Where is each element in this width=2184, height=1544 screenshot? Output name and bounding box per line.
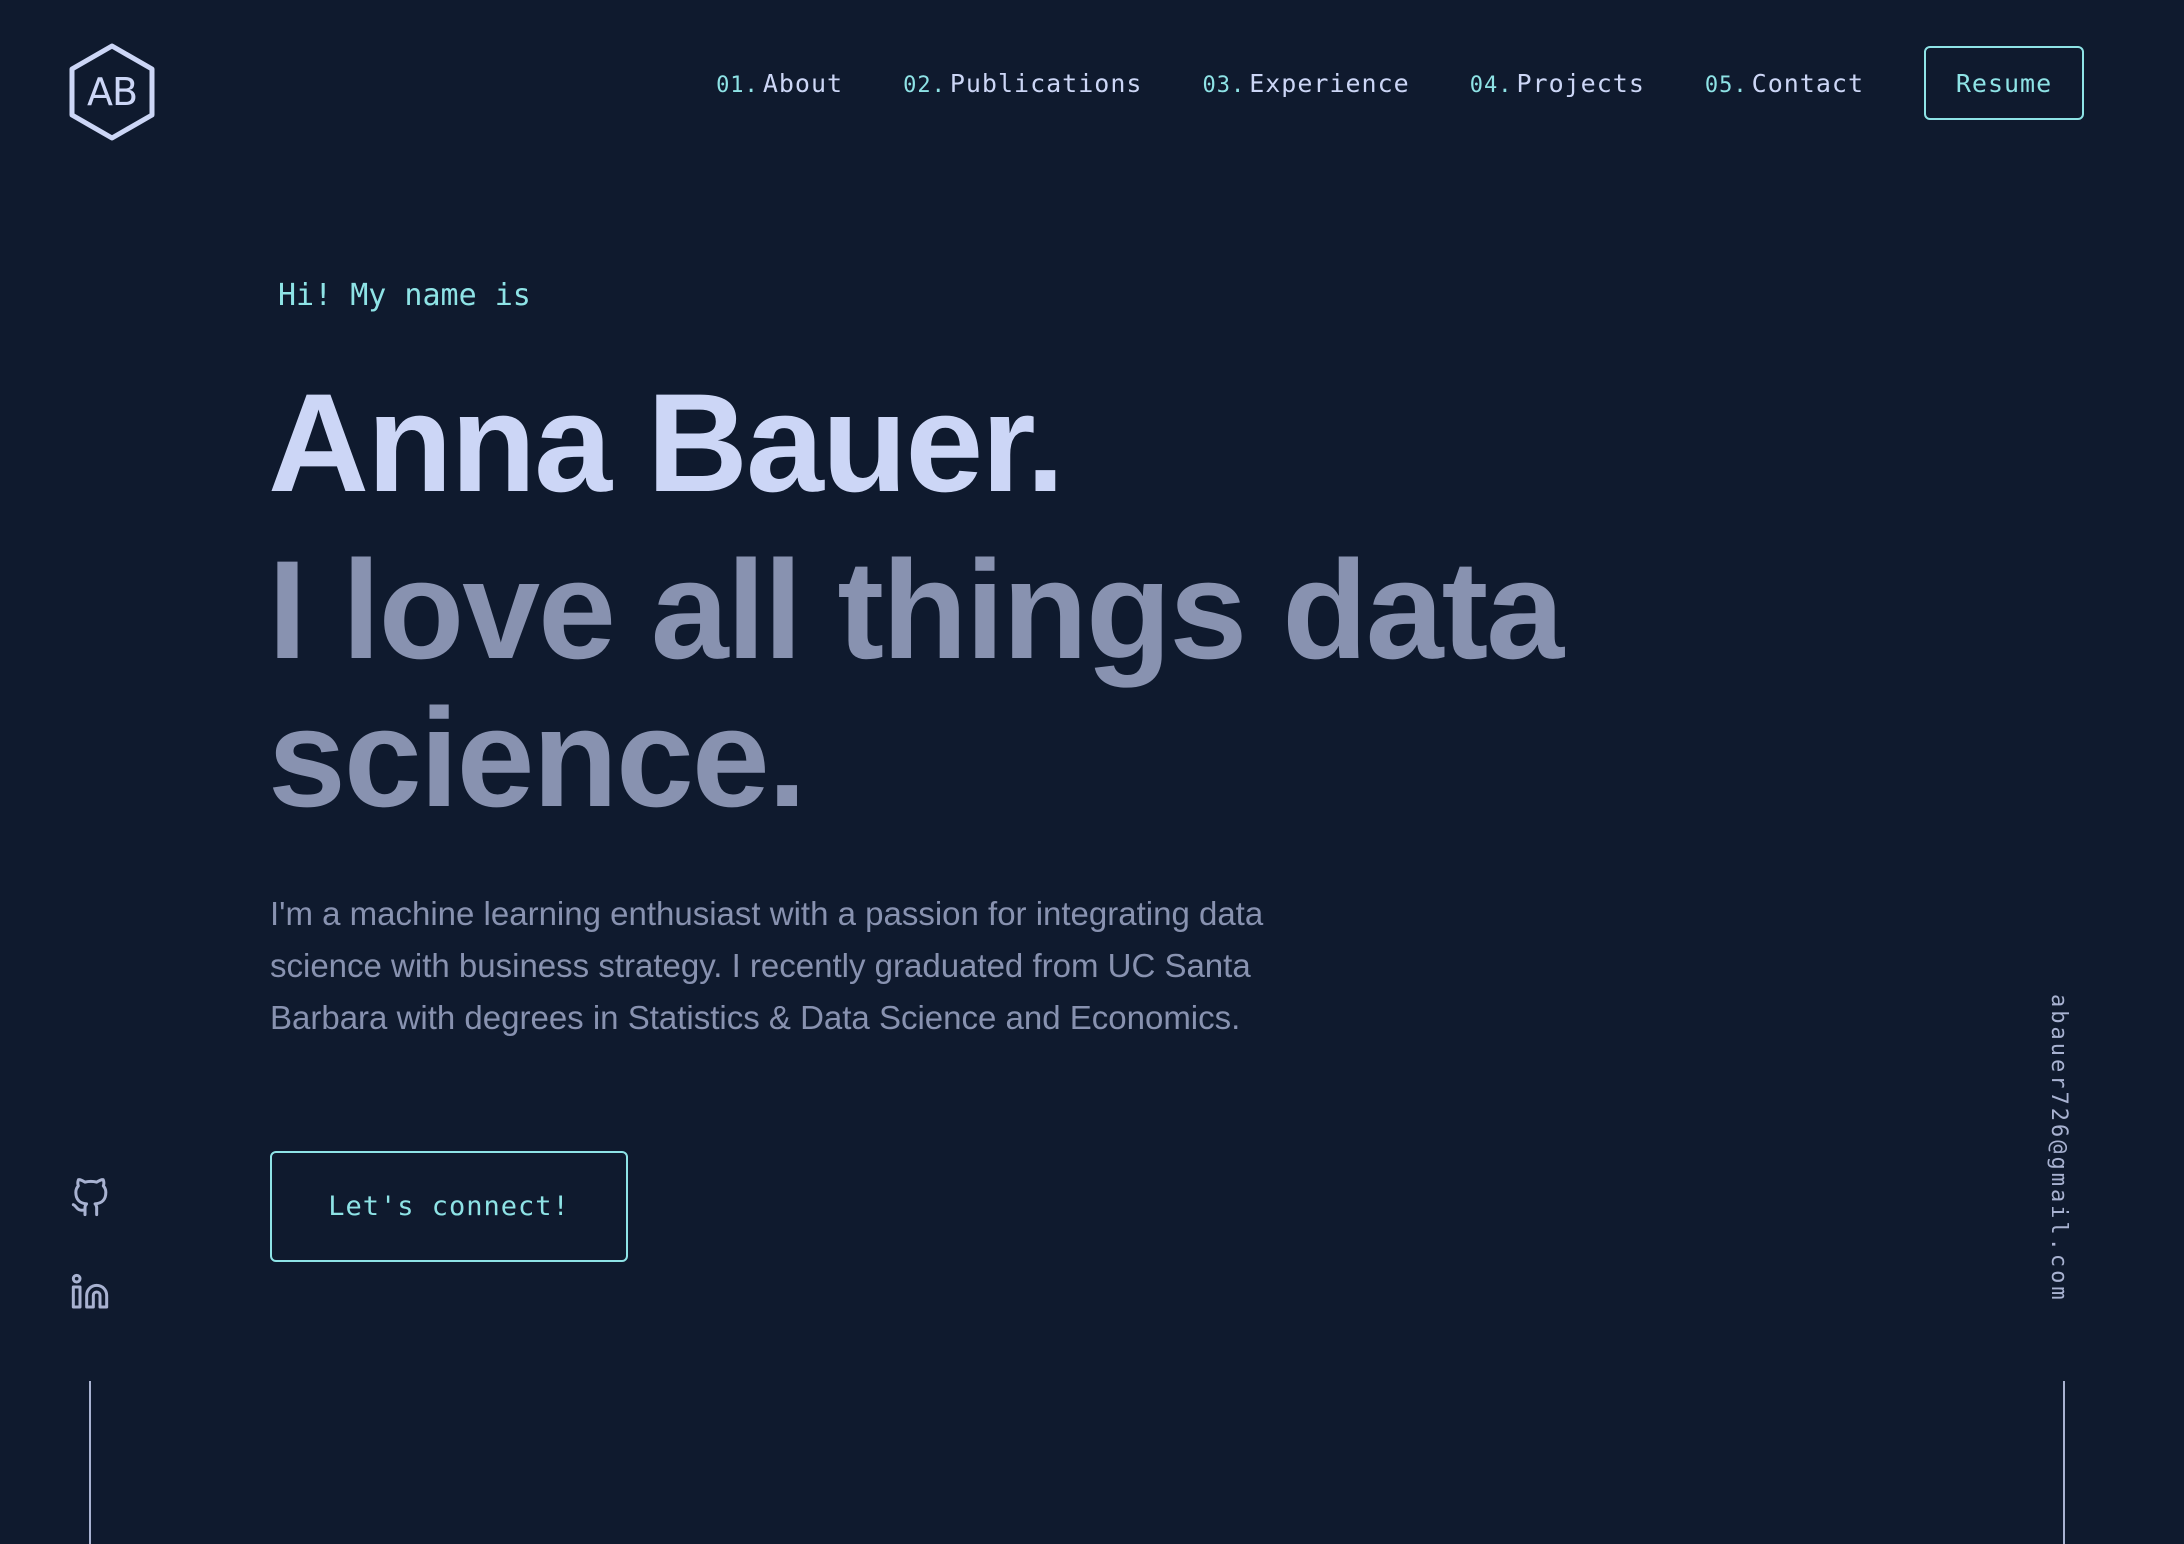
right-divider-line [2063,1381,2065,1544]
hero-tagline: I love all things data science. [268,531,1564,836]
nav-item-label: Contact [1751,68,1864,98]
nav-item-number: 01. [716,72,759,98]
main-nav: 01. About 02. Publications 03. Experience 0… [656,46,2084,120]
lets-connect-button[interactable]: Let's connect! [270,1151,628,1262]
linkedin-link[interactable] [70,1272,110,1312]
nav-item-label: Publications [949,68,1143,98]
resume-button[interactable]: Resume [1924,46,2084,120]
nav-item-label: Experience [1249,68,1410,98]
nav-item-publications[interactable]: 02. Publications [903,69,1142,98]
linkedin-icon [71,1273,109,1309]
email-link[interactable]: abauer726@gmail.com [2046,994,2071,1303]
github-link[interactable] [70,1178,110,1218]
github-icon [71,1178,108,1217]
nav-item-label: Projects [1516,68,1645,98]
hero-greeting: Hi! My name is [278,278,531,313]
nav-item-experience[interactable]: 03. Experience [1202,69,1409,98]
logo-text: AB [86,70,138,114]
nav-item-number: 03. [1202,72,1246,98]
hero-bio: I'm a machine learning enthusiast with a… [270,895,1264,1036]
nav-item-projects[interactable]: 04. Projects [1470,69,1645,98]
nav-item-label: About [762,68,844,98]
nav-item-number: 02. [903,72,946,98]
nav-item-number: 05. [1704,72,1748,98]
nav-item-number: 04. [1469,72,1513,98]
logo-link[interactable]: AB [66,42,158,142]
nav-item-about[interactable]: 01. About [716,69,843,98]
left-divider-line [89,1381,91,1544]
hero-name: Anna Bauer. [268,364,1065,521]
nav-item-contact[interactable]: 05. Contact [1705,69,1864,98]
